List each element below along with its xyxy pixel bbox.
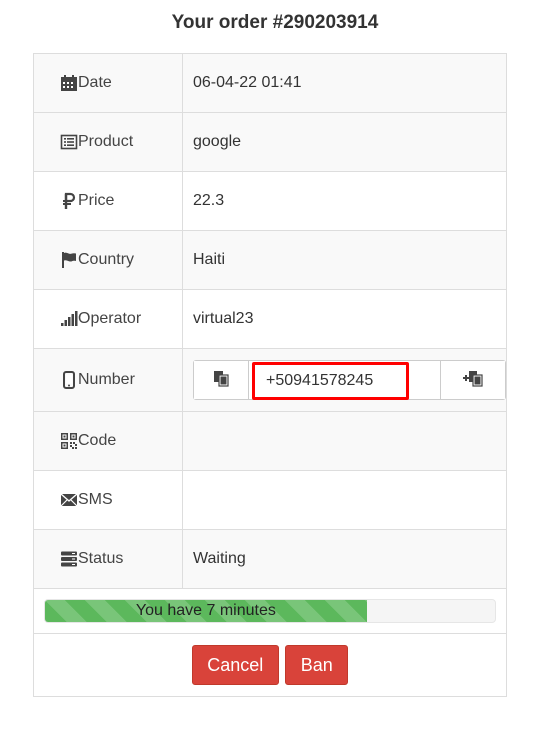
operator-value: virtual23: [182, 289, 507, 349]
table-row-status: Status Waiting: [33, 529, 507, 589]
operator-label-cell: Operator: [33, 289, 183, 349]
sms-label: SMS: [78, 491, 113, 508]
number-label-cell: Number: [33, 348, 183, 412]
code-label-cell: Code: [33, 411, 183, 471]
country-label-cell: Country: [33, 230, 183, 290]
order-table: Date 06-04-22 01:41 Product google Price: [33, 53, 507, 697]
status-label: Status: [78, 550, 124, 567]
ban-button[interactable]: Ban: [285, 645, 349, 685]
price-label-cell: Price: [33, 171, 183, 231]
status-value: Waiting: [182, 529, 507, 589]
code-label: Code: [78, 432, 117, 449]
copy-number-without-code-button[interactable]: [440, 361, 505, 399]
table-row-sms: SMS: [33, 470, 507, 530]
actions-cell: Cancel Ban: [33, 633, 507, 697]
table-row-operator: Operator virtual23: [33, 289, 507, 349]
operator-label: Operator: [78, 310, 142, 327]
price-label: Price: [78, 192, 115, 209]
copy-number-button[interactable]: [194, 361, 249, 399]
number-value-cell: +50941578245: [182, 348, 507, 412]
cancel-button[interactable]: Cancel: [191, 645, 279, 685]
calendar-icon: [60, 74, 78, 92]
table-row-date: Date 06-04-22 01:41: [33, 53, 507, 113]
progress-cell: You have 7 minutes: [33, 588, 507, 634]
sms-value: [182, 470, 507, 530]
country-label: Country: [78, 251, 135, 268]
product-label-cell: Product: [33, 112, 183, 172]
ruble-icon: [60, 192, 78, 210]
time-progress: You have 7 minutes: [44, 599, 496, 623]
table-row-country: Country Haiti: [33, 230, 507, 290]
copy-icon: [212, 369, 230, 392]
time-remaining-text: You have 7 minutes: [135, 602, 276, 619]
table-row-code: Code: [33, 411, 507, 471]
date-value: 06-04-22 01:41: [182, 53, 507, 113]
table-row-product: Product google: [33, 112, 507, 172]
date-label: Date: [78, 74, 112, 91]
list-icon: [60, 133, 78, 151]
date-label-cell: Date: [33, 53, 183, 113]
table-row-actions: Cancel Ban: [33, 633, 507, 697]
sms-label-cell: SMS: [33, 470, 183, 530]
envelope-icon: [60, 491, 78, 509]
number-input-group: +50941578245: [193, 360, 506, 400]
table-row-number: Number +50941578245: [33, 348, 507, 412]
country-value: Haiti: [182, 230, 507, 290]
table-row-price: Price 22.3: [33, 171, 507, 231]
price-value: 22.3: [182, 171, 507, 231]
plus-copy-icon: [462, 369, 484, 392]
table-row-progress: You have 7 minutes: [33, 588, 507, 634]
phone-number-field[interactable]: +50941578245: [252, 362, 409, 400]
code-value: [182, 411, 507, 471]
status-label-cell: Status: [33, 529, 183, 589]
qr-code-icon: [60, 432, 78, 450]
mobile-phone-icon: [60, 371, 78, 389]
number-label: Number: [78, 371, 135, 388]
product-label: Product: [78, 133, 134, 150]
signal-icon: [60, 310, 78, 328]
server-icon: [60, 550, 78, 568]
flag-icon: [60, 251, 78, 269]
page-title: Your order #290203914: [171, 12, 379, 33]
product-value: google: [182, 112, 507, 172]
